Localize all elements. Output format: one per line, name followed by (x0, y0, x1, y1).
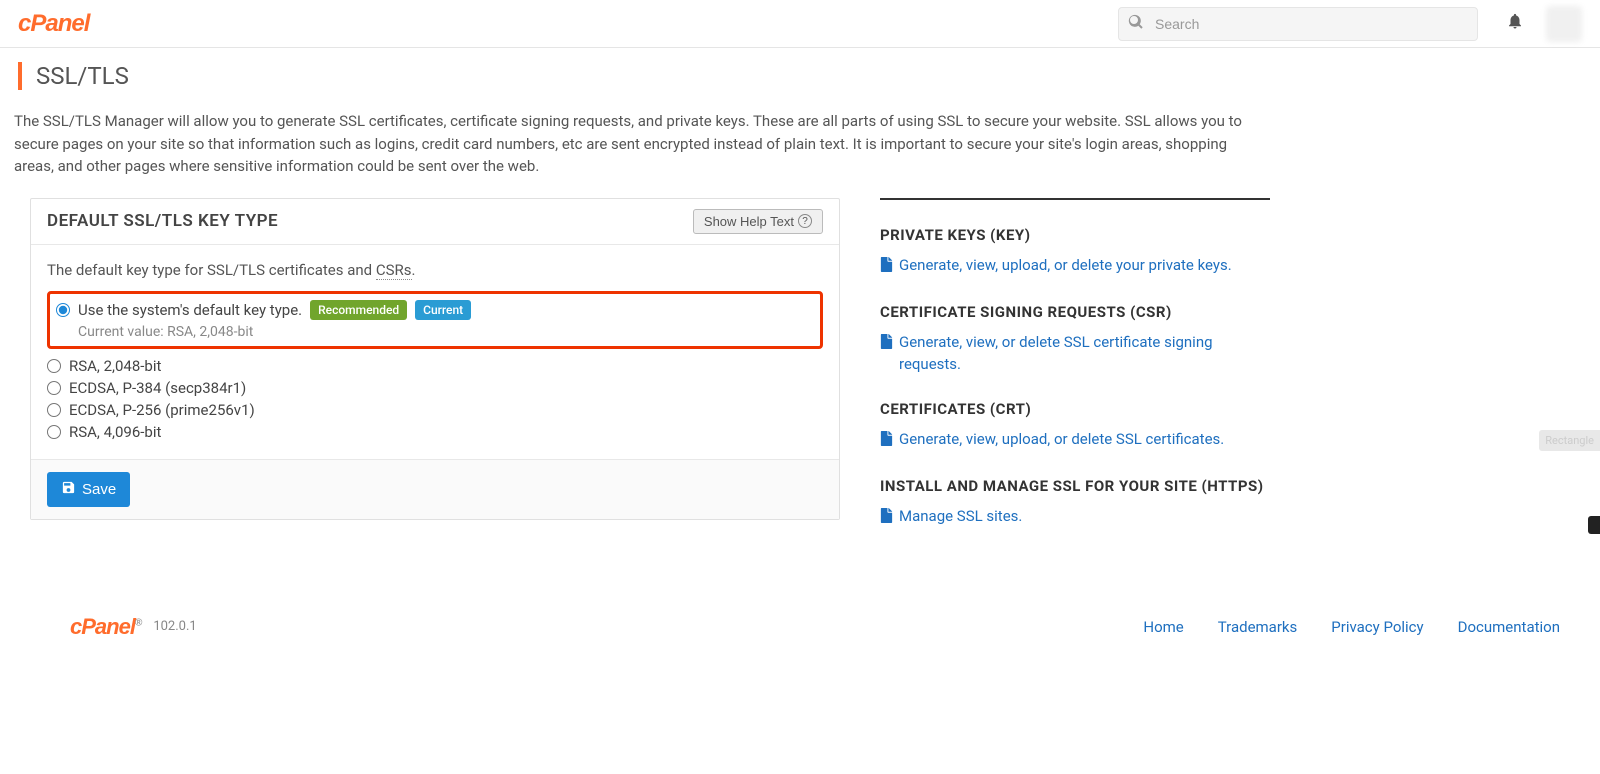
brand-logo: cPanel (18, 10, 89, 38)
section-title: CERTIFICATE SIGNING REQUESTS (CSR) (880, 303, 1270, 321)
footer: cPanel® 102.0.1 Home Trademarks Privacy … (0, 594, 1600, 660)
highlighted-option: Use the system's default key type. Recom… (47, 291, 823, 349)
search-wrap (1118, 7, 1478, 41)
top-bar: cPanel (0, 0, 1600, 48)
panel-header: DEFAULT SSL/TLS KEY TYPE Show Help Text … (31, 199, 839, 245)
radio-label: ECDSA, P-256 (prime256v1) (69, 401, 255, 419)
show-help-button[interactable]: Show Help Text ? (693, 209, 823, 234)
link-private-keys[interactable]: Generate, view, upload, or delete your p… (899, 254, 1232, 277)
help-icon: ? (798, 214, 812, 228)
radio-label: RSA, 4,096-bit (69, 423, 161, 441)
radio-option-ecdsa-p256[interactable]: ECDSA, P-256 (prime256v1) (47, 399, 823, 421)
panel-intro: The default key type for SSL/TLS certifi… (47, 261, 823, 279)
panel-body: The default key type for SSL/TLS certifi… (31, 245, 839, 459)
save-button[interactable]: Save (47, 472, 130, 507)
file-icon (880, 508, 893, 530)
page-title: SSL/TLS (18, 62, 1582, 90)
radio-option-ecdsa-p384[interactable]: ECDSA, P-384 (secp384r1) (47, 377, 823, 399)
recommended-badge: Recommended (310, 300, 407, 320)
intro-suffix: . (412, 261, 416, 279)
show-help-label: Show Help Text (704, 214, 794, 229)
panel-title: DEFAULT SSL/TLS KEY TYPE (47, 211, 278, 231)
section-title: CERTIFICATES (CRT) (880, 400, 1270, 418)
link-crt[interactable]: Generate, view, upload, or delete SSL ce… (899, 428, 1224, 451)
left-column: DEFAULT SSL/TLS KEY TYPE Show Help Text … (30, 198, 840, 520)
panel-footer: Save (31, 459, 839, 519)
key-type-panel: DEFAULT SSL/TLS KEY TYPE Show Help Text … (30, 198, 840, 520)
search-icon (1128, 14, 1144, 34)
footer-logo: cPanel® (70, 614, 141, 640)
radio-label: ECDSA, P-384 (secp384r1) (69, 379, 246, 397)
save-icon (61, 480, 76, 499)
section-install-manage: INSTALL AND MANAGE SSL FOR YOUR SITE (HT… (880, 477, 1270, 530)
save-label: Save (82, 481, 116, 498)
link-csr[interactable]: Generate, view, or delete SSL certificat… (899, 331, 1270, 376)
page-description: The SSL/TLS Manager will allow you to ge… (0, 102, 1260, 198)
radio-option-rsa-2048[interactable]: RSA, 2,048-bit (47, 355, 823, 377)
notifications-icon[interactable] (1506, 12, 1524, 35)
radio-option-system-default[interactable]: Use the system's default key type. Recom… (56, 298, 814, 322)
radio-option-rsa-4096[interactable]: RSA, 4,096-bit (47, 421, 823, 443)
section-private-keys: PRIVATE KEYS (KEY) Generate, view, uploa… (880, 226, 1270, 279)
file-icon (880, 334, 893, 356)
section-crt: CERTIFICATES (CRT) Generate, view, uploa… (880, 400, 1270, 453)
section-title: PRIVATE KEYS (KEY) (880, 226, 1270, 244)
section-title: INSTALL AND MANAGE SSL FOR YOUR SITE (HT… (880, 477, 1270, 495)
right-column: PRIVATE KEYS (KEY) Generate, view, uploa… (880, 198, 1270, 554)
search-input[interactable] (1118, 7, 1478, 41)
footer-links: Home Trademarks Privacy Policy Documenta… (1143, 618, 1560, 636)
footer-version: 102.0.1 (153, 619, 196, 634)
footer-link-docs[interactable]: Documentation (1458, 618, 1560, 636)
content-area: DEFAULT SSL/TLS KEY TYPE Show Help Text … (0, 198, 1600, 594)
footer-link-privacy[interactable]: Privacy Policy (1331, 618, 1423, 636)
radio-rsa-2048[interactable] (47, 359, 61, 373)
radio-rsa-4096[interactable] (47, 425, 61, 439)
radio-ecdsa-p256[interactable] (47, 403, 61, 417)
page-title-row: SSL/TLS (0, 48, 1600, 102)
current-value-text: Current value: RSA, 2,048-bit (78, 324, 814, 340)
radio-ecdsa-p384[interactable] (47, 381, 61, 395)
footer-link-trademarks[interactable]: Trademarks (1218, 618, 1298, 636)
file-icon (880, 431, 893, 453)
radio-label: Use the system's default key type. (78, 301, 302, 319)
radio-system-default[interactable] (56, 303, 70, 317)
link-manage-ssl[interactable]: Manage SSL sites. (899, 505, 1022, 528)
current-badge: Current (415, 300, 471, 320)
intro-prefix: The default key type for SSL/TLS certifi… (47, 261, 376, 279)
file-icon (880, 257, 893, 279)
radio-label: RSA, 2,048-bit (69, 357, 161, 375)
footer-link-home[interactable]: Home (1143, 618, 1183, 636)
float-rectangle-tag: Rectangle (1539, 430, 1600, 451)
user-avatar[interactable] (1546, 6, 1582, 42)
intro-csrs: CSRs (376, 261, 412, 280)
float-black-tab[interactable] (1588, 516, 1600, 534)
section-csr: CERTIFICATE SIGNING REQUESTS (CSR) Gener… (880, 303, 1270, 376)
